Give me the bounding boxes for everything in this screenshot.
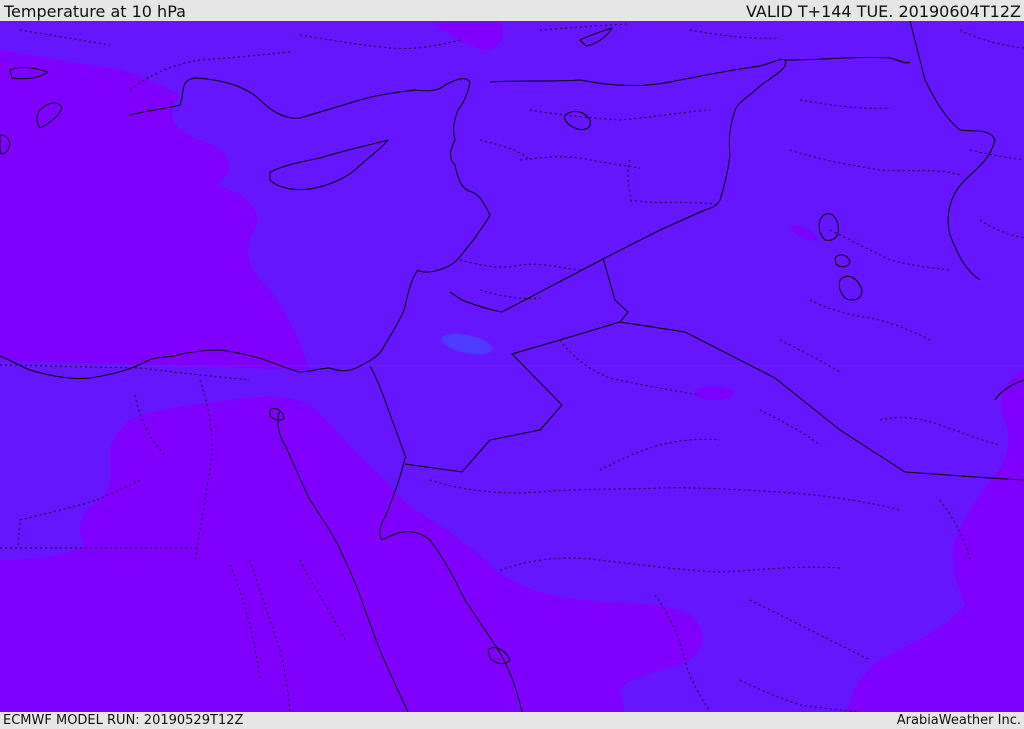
valid-time-label: VALID T+144 TUE. 20190604T12Z bbox=[745, 2, 1021, 21]
credit-label: ArabiaWeather Inc. bbox=[896, 713, 1021, 728]
footer-bar: ECMWF MODEL RUN: 20190529T12Z ArabiaWeat… bbox=[0, 712, 1024, 729]
model-run-label: ECMWF MODEL RUN: 20190529T12Z bbox=[3, 713, 244, 728]
header-bar: Temperature at 10 hPa VALID T+144 TUE. 2… bbox=[0, 0, 1024, 21]
weather-map[interactable] bbox=[0, 21, 1024, 712]
map-canvas bbox=[0, 21, 1024, 712]
map-title: Temperature at 10 hPa bbox=[4, 2, 186, 21]
temperature-blob-iraq bbox=[694, 386, 734, 400]
